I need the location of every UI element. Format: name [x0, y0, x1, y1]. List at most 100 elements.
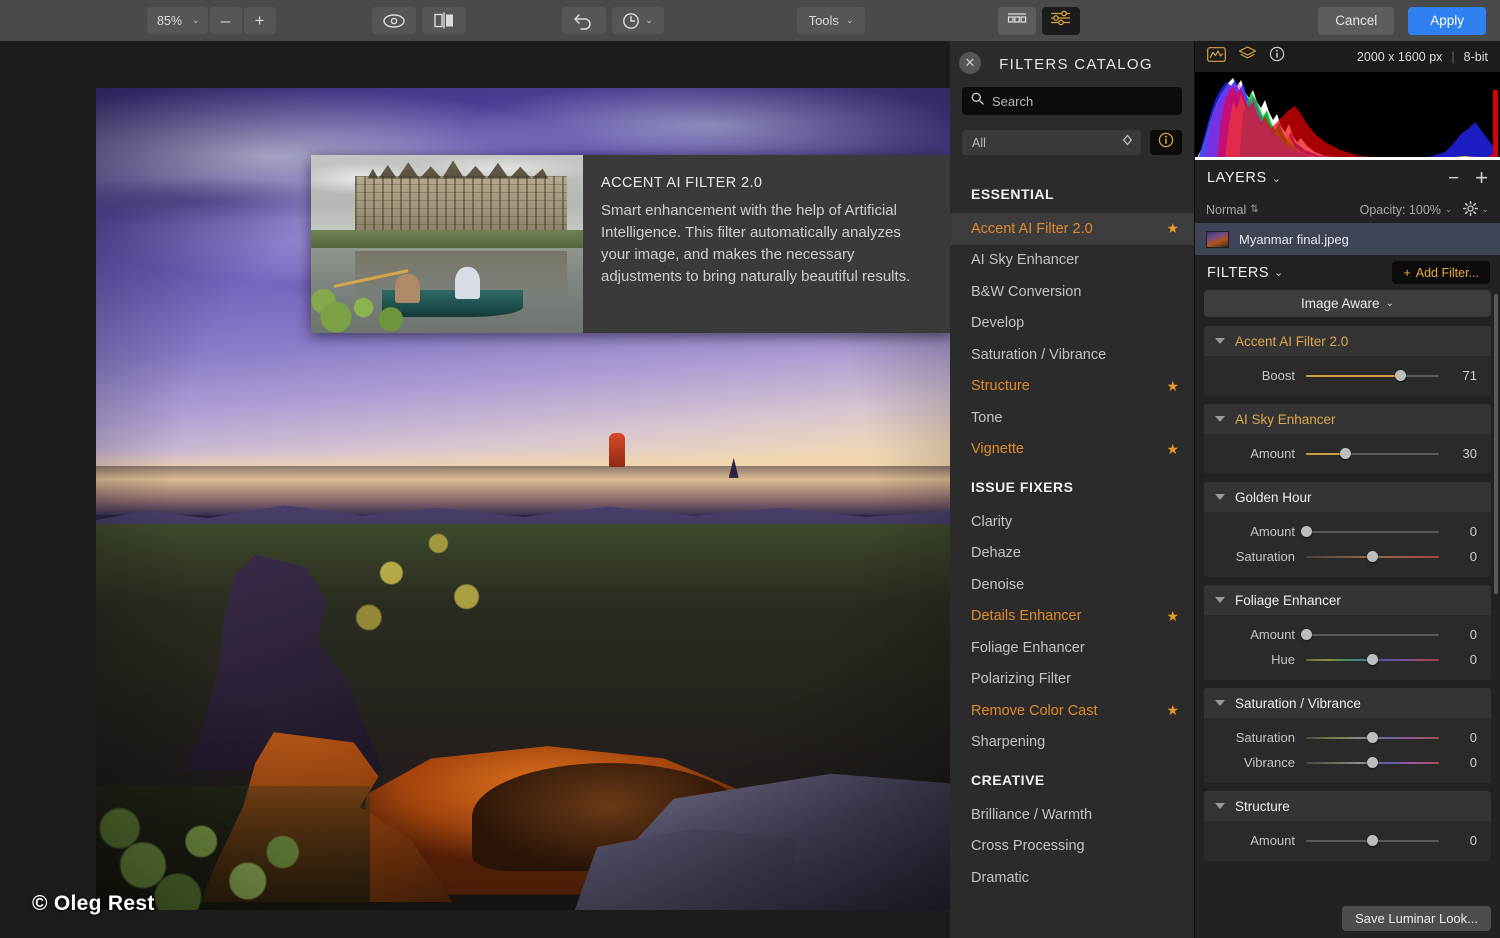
- triangle-collapse-icon[interactable]: [1215, 416, 1225, 422]
- info-circle-icon[interactable]: [1269, 46, 1285, 67]
- compare-view-button[interactable]: [422, 7, 466, 34]
- slider-track[interactable]: [1306, 369, 1439, 383]
- slider-knob[interactable]: [1395, 370, 1406, 381]
- blend-mode-value[interactable]: Normal: [1206, 203, 1246, 217]
- histogram-icon[interactable]: [1207, 47, 1226, 67]
- cancel-button[interactable]: Cancel: [1318, 7, 1394, 35]
- catalog-item-foliage-enhancer[interactable]: Foliage Enhancer: [950, 632, 1194, 664]
- slider-knob[interactable]: [1367, 757, 1378, 768]
- favorite-star-icon[interactable]: ★: [1166, 608, 1179, 625]
- favorite-star-icon[interactable]: ★: [1166, 220, 1179, 237]
- add-filter-button[interactable]: + Add Filter...: [1392, 261, 1490, 284]
- catalog-item-dramatic[interactable]: Dramatic: [950, 862, 1194, 894]
- catalog-item-tone[interactable]: Tone: [950, 402, 1194, 434]
- catalog-item-b-w-conversion[interactable]: B&W Conversion: [950, 276, 1194, 308]
- catalog-item-structure[interactable]: Structure★: [950, 371, 1194, 403]
- remove-layer-button[interactable]: −: [1448, 169, 1459, 188]
- image-dimensions: 2000 x 1600 px: [1357, 50, 1443, 64]
- adjustments-panel-button[interactable]: [1042, 7, 1080, 35]
- filter-group-header-structure[interactable]: Structure: [1204, 791, 1491, 821]
- slider-knob[interactable]: [1367, 835, 1378, 846]
- filter-group-header-golden-hour[interactable]: Golden Hour: [1204, 482, 1491, 512]
- search-input[interactable]: [992, 94, 1173, 109]
- slider-knob[interactable]: [1301, 629, 1312, 640]
- filter-group-header-foliage-enhancer[interactable]: Foliage Enhancer: [1204, 585, 1491, 615]
- slider-knob[interactable]: [1301, 526, 1312, 537]
- slider-track[interactable]: [1306, 834, 1439, 848]
- chevron-down-icon: ⌄: [1272, 172, 1282, 185]
- favorite-star-icon[interactable]: ★: [1166, 441, 1179, 458]
- layer-row[interactable]: Myanmar final.jpeg: [1195, 223, 1500, 255]
- image-aware-label: Image Aware: [1301, 296, 1380, 311]
- catalog-item-brilliance-warmth[interactable]: Brilliance / Warmth: [950, 799, 1194, 831]
- slider-track[interactable]: [1306, 653, 1439, 667]
- catalog-item-saturation-vibrance[interactable]: Saturation / Vibrance: [950, 339, 1194, 371]
- catalog-item-vignette[interactable]: Vignette★: [950, 434, 1194, 466]
- filter-info-description: Smart enhancement with the help of Artif…: [601, 200, 927, 288]
- triangle-collapse-icon[interactable]: [1215, 494, 1225, 500]
- filter-group-header-accent-ai-filter-2-0[interactable]: Accent AI Filter 2.0: [1204, 326, 1491, 356]
- catalog-item-cross-processing[interactable]: Cross Processing: [950, 831, 1194, 863]
- slider-track[interactable]: [1306, 731, 1439, 745]
- slider-knob[interactable]: [1367, 654, 1378, 665]
- favorite-star-icon[interactable]: ★: [1166, 378, 1179, 395]
- catalog-item-dehaze[interactable]: Dehaze: [950, 538, 1194, 570]
- history-controls: ⌄: [562, 7, 664, 34]
- apply-button[interactable]: Apply: [1408, 7, 1486, 35]
- layers-stack-icon[interactable]: [1238, 46, 1257, 67]
- history-button[interactable]: ⌄: [612, 7, 664, 34]
- catalog-item-develop[interactable]: Develop: [950, 308, 1194, 340]
- layer-thumbnail: [1206, 231, 1229, 248]
- catalog-item-sharpening[interactable]: Sharpening: [950, 727, 1194, 759]
- catalog-search-box[interactable]: [962, 87, 1182, 115]
- slider-track[interactable]: [1306, 550, 1439, 564]
- triangle-collapse-icon[interactable]: [1215, 803, 1225, 809]
- filters-scroll-area[interactable]: Image Aware ⌄ Accent AI Filter 2.0Boost7…: [1195, 290, 1500, 898]
- slider-knob[interactable]: [1367, 732, 1378, 743]
- zoom-level-select[interactable]: 85% ⌄: [147, 7, 208, 34]
- slider-track[interactable]: [1306, 447, 1439, 461]
- triangle-collapse-icon[interactable]: [1215, 700, 1225, 706]
- favorite-star-icon[interactable]: ★: [1166, 702, 1179, 719]
- layer-opacity-value[interactable]: Opacity: 100%: [1360, 203, 1441, 217]
- image-aware-mode-button[interactable]: Image Aware ⌄: [1204, 290, 1491, 317]
- preview-toggle-button[interactable]: [372, 7, 416, 34]
- filters-title-group[interactable]: FILTERS ⌄: [1207, 265, 1284, 281]
- filters-catalog-list[interactable]: ESSENTIALAccent AI Filter 2.0★AI Sky Enh…: [950, 172, 1194, 938]
- catalog-item-denoise[interactable]: Denoise: [950, 569, 1194, 601]
- catalog-item-accent-ai-filter-2-0[interactable]: Accent AI Filter 2.0★: [950, 213, 1194, 245]
- tools-button[interactable]: Tools ⌄: [797, 7, 866, 34]
- chevron-down-icon: ⌄: [1481, 204, 1489, 215]
- catalog-item-ai-sky-enhancer[interactable]: AI Sky Enhancer: [950, 245, 1194, 277]
- zoom-out-button[interactable]: –: [210, 7, 242, 34]
- close-icon[interactable]: ✕: [959, 52, 981, 74]
- layers-title-group[interactable]: LAYERS ⌄: [1207, 170, 1282, 186]
- triangle-collapse-icon[interactable]: [1215, 597, 1225, 603]
- filters-title: FILTERS: [1207, 265, 1269, 281]
- catalog-item-clarity[interactable]: Clarity: [950, 506, 1194, 538]
- filter-group-body: Amount30: [1204, 434, 1491, 474]
- slider-track[interactable]: [1306, 628, 1439, 642]
- add-layer-button[interactable]: +: [1475, 167, 1488, 189]
- undo-button[interactable]: [562, 7, 606, 34]
- slider-track[interactable]: [1306, 756, 1439, 770]
- filters-scrollbar[interactable]: [1494, 294, 1498, 594]
- catalog-item-details-enhancer[interactable]: Details Enhancer★: [950, 601, 1194, 633]
- catalog-info-button[interactable]: [1150, 130, 1182, 155]
- category-select[interactable]: All: [962, 130, 1141, 155]
- catalog-item-remove-color-cast[interactable]: Remove Color Cast★: [950, 695, 1194, 727]
- image-canvas[interactable]: ACCENT AI FILTER 2.0 Smart enhancement w…: [0, 41, 950, 938]
- filter-group-header-saturation-vibrance[interactable]: Saturation / Vibrance: [1204, 688, 1491, 718]
- filter-group-header-ai-sky-enhancer[interactable]: AI Sky Enhancer: [1204, 404, 1491, 434]
- history-clock-icon: [622, 12, 640, 30]
- zoom-in-button[interactable]: +: [244, 7, 276, 34]
- triangle-collapse-icon[interactable]: [1215, 338, 1225, 344]
- save-luminar-look-button[interactable]: Save Luminar Look...: [1342, 906, 1491, 931]
- layers-list[interactable]: Myanmar final.jpeg: [1195, 223, 1500, 255]
- presets-panel-button[interactable]: [998, 7, 1036, 35]
- catalog-item-polarizing-filter[interactable]: Polarizing Filter: [950, 664, 1194, 696]
- slider-knob[interactable]: [1367, 551, 1378, 562]
- slider-track[interactable]: [1306, 525, 1439, 539]
- slider-knob[interactable]: [1340, 448, 1351, 459]
- gear-icon[interactable]: [1463, 201, 1478, 219]
